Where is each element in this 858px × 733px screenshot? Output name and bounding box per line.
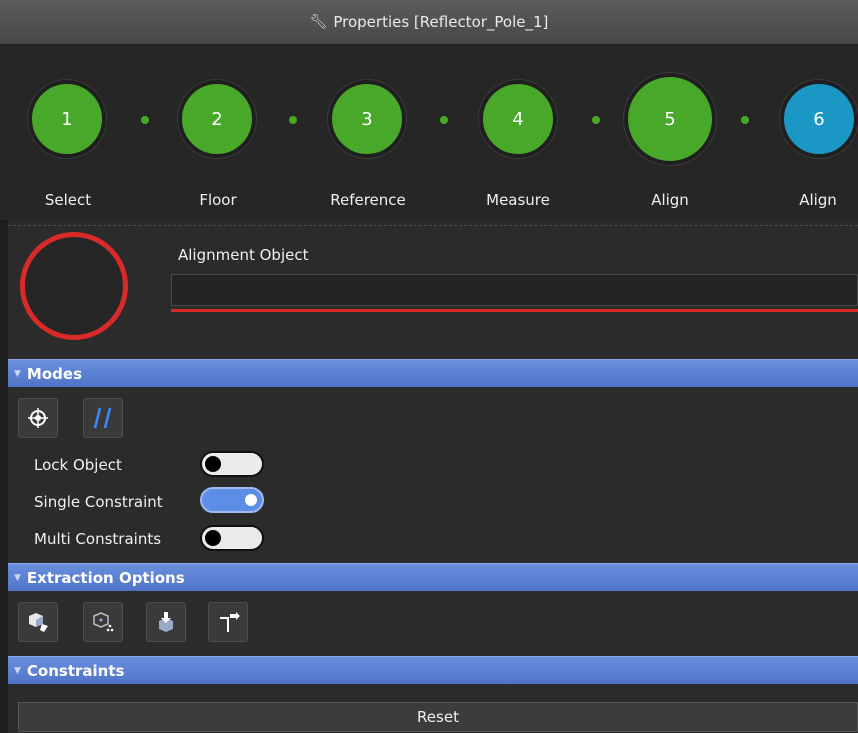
- collapse-triangle-icon: ▼: [14, 368, 21, 379]
- step-4-number: 4: [512, 108, 524, 130]
- step-3-label: Reference: [330, 191, 406, 209]
- step-1-circle[interactable]: 1: [28, 80, 106, 158]
- step-wizard: 1 2 3 4 5 6 Select Floor Reference Measu…: [0, 45, 858, 220]
- extraction-options-section-header[interactable]: ▼ Extraction Options: [8, 563, 858, 591]
- cube-extract-icon: [29, 613, 48, 632]
- cube-extract-icon-button[interactable]: [18, 602, 58, 642]
- step-connector-dot: [741, 116, 749, 124]
- target-icon: [28, 408, 48, 428]
- modes-header-label: Modes: [26, 364, 82, 383]
- alignment-status-ring: [20, 232, 128, 340]
- cube-points-icon: [93, 612, 114, 632]
- multi-constraints-toggle[interactable]: [200, 525, 264, 551]
- toggle-knob: [245, 494, 257, 506]
- step-5-label: Align: [651, 191, 689, 209]
- corner-arrow-icon-button[interactable]: [208, 602, 248, 642]
- target-icon-button[interactable]: [18, 398, 58, 438]
- corner-arrow-icon: [220, 612, 240, 632]
- alignment-error-underline: [171, 309, 858, 312]
- toggle-knob: [205, 456, 221, 472]
- cube-down-arrow-icon-button[interactable]: [146, 602, 186, 642]
- extraction-header-label: Extraction Options: [26, 568, 185, 587]
- step-1-label: Select: [44, 191, 92, 209]
- step-5-circle[interactable]: 5: [624, 73, 716, 165]
- step-connector-dot: [289, 116, 297, 124]
- constraints-section-header[interactable]: ▼ Constraints: [8, 656, 858, 684]
- window-title: Properties [Reflector_Pole_1]: [333, 13, 549, 31]
- constraints-header-label: Constraints: [26, 661, 125, 680]
- step-6-label: Align: [799, 191, 837, 209]
- step-connector-dot: [141, 116, 149, 124]
- step-2-circle[interactable]: 2: [178, 80, 256, 158]
- step-connector-dot: [440, 116, 448, 124]
- parallel-lines-icon-button[interactable]: [83, 398, 123, 438]
- step-5-number: 5: [664, 108, 676, 130]
- collapse-triangle-icon: ▼: [14, 665, 21, 676]
- parallel-lines-icon: [93, 407, 112, 429]
- step-6-number: 6: [813, 108, 825, 130]
- cube-down-arrow-icon: [159, 612, 173, 632]
- step-6-circle[interactable]: 6: [780, 80, 858, 158]
- step-2-label: Floor: [199, 191, 237, 209]
- window-titlebar: 🔧︎ Properties [Reflector_Pole_1]: [0, 0, 858, 45]
- step-2-number: 2: [211, 108, 223, 130]
- modes-section-header[interactable]: ▼ Modes: [8, 359, 858, 387]
- step-3-circle[interactable]: 3: [328, 80, 406, 158]
- step-1-number: 1: [61, 108, 73, 130]
- collapse-triangle-icon: ▼: [14, 572, 21, 583]
- step-4-circle[interactable]: 4: [479, 80, 557, 158]
- step-3-number: 3: [361, 108, 373, 130]
- alignment-object-label: Alignment Object: [178, 246, 309, 264]
- step-4-label: Measure: [486, 191, 550, 209]
- panel-left-edge: [0, 220, 8, 733]
- lock-object-toggle[interactable]: [200, 451, 264, 477]
- single-constraint-toggle[interactable]: [200, 487, 264, 513]
- step-connector-dot: [592, 116, 600, 124]
- multi-constraints-label: Multi Constraints: [34, 530, 162, 548]
- alignment-object-field[interactable]: [171, 274, 858, 306]
- toggle-knob: [205, 530, 221, 546]
- wrench-icon: 🔧︎: [309, 14, 328, 30]
- divider: [8, 225, 858, 226]
- single-constraint-label: Single Constraint: [34, 493, 163, 511]
- cube-points-icon-button[interactable]: [83, 602, 123, 642]
- reset-button[interactable]: Reset: [18, 702, 858, 732]
- lock-object-label: Lock Object: [34, 456, 122, 474]
